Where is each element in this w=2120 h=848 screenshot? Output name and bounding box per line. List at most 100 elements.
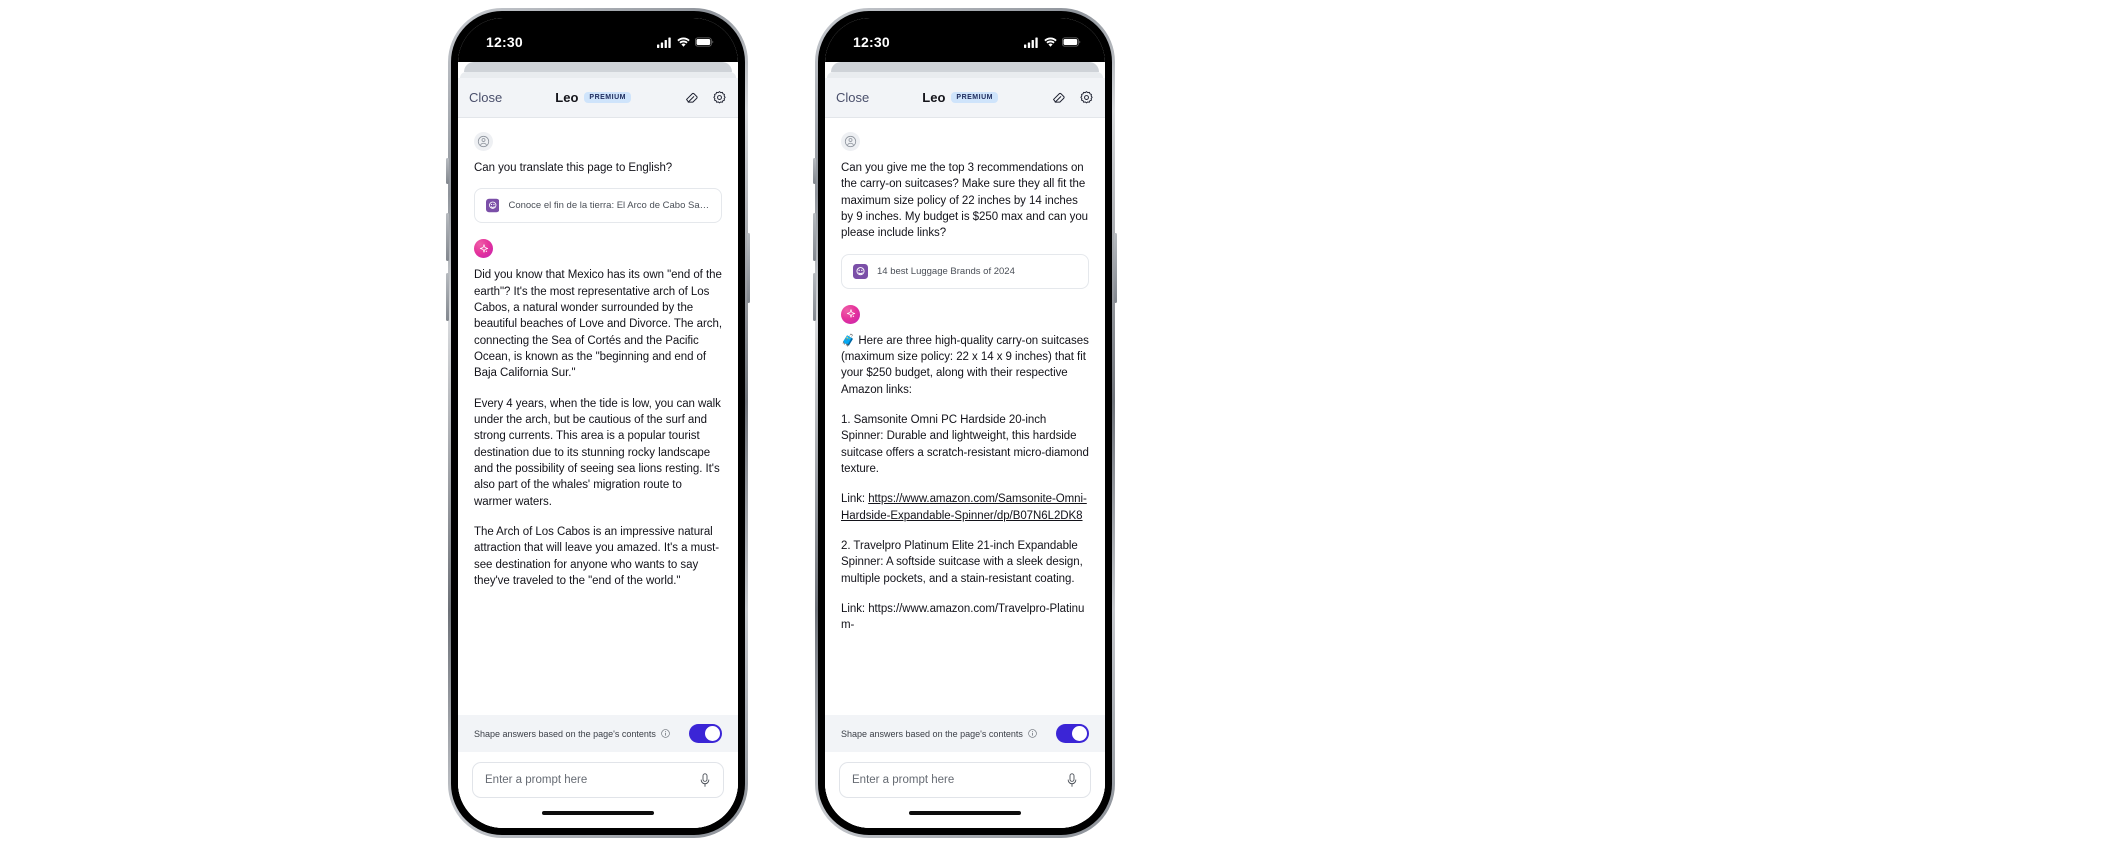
leo-sparkle-icon [474,239,493,259]
page-card-title: 14 best Luggage Brands of 2024 [877,265,1015,277]
conversation-left: Can you translate this page to English? … [458,118,738,742]
volume-up-button[interactable] [813,213,816,261]
volume-down-button[interactable] [446,273,449,321]
shape-answers-label: Shape answers based on the page's conten… [474,728,656,739]
power-button[interactable] [1114,233,1117,303]
info-icon[interactable] [661,729,670,738]
page-title: Leo [555,90,579,105]
screenshot-canvas: 12:30 Close Leo PREMIUM Can you translat… [0,0,2120,848]
header-title-group: Leo PREMIUM [869,90,1051,105]
close-button[interactable]: Close [469,90,502,105]
gear-icon[interactable] [1079,90,1094,105]
page-favicon-icon [486,199,500,213]
eraser-icon[interactable] [684,90,699,105]
shape-answers-label-group: Shape answers based on the page's conten… [474,729,670,739]
battery-icon [695,37,714,47]
status-bar: 12:30 [458,18,738,62]
sheet-handle-back [464,62,732,72]
header-actions [1051,90,1094,105]
notch [540,18,656,44]
bottom-bar-left: Shape answers based on the page's conten… [458,715,738,828]
status-bar: 12:30 [825,18,1105,62]
link-prefix-1: Link: [841,493,869,506]
page-context-card[interactable]: Conoce el fin de la tierra: El Arco de C… [474,188,722,224]
wifi-icon [1044,37,1057,47]
phone-device-left: 12:30 Close Leo PREMIUM Can you translat… [446,8,750,838]
header-title-group: Leo PREMIUM [502,90,684,105]
home-indicator-zone [458,798,738,828]
prompt-area: Enter a prompt here [458,752,738,798]
sheet-handle-back [831,62,1099,72]
page-title: Leo [922,90,946,105]
user-message: Can you translate this page to English? [474,162,673,174]
leo-response-block: Did you know that Mexico has its own "en… [474,239,722,589]
status-time: 12:30 [853,34,890,50]
page-favicon-icon [853,263,868,279]
shape-answers-label-group: Shape answers based on the page's conten… [841,729,1037,739]
toggle-knob [1072,726,1087,741]
notch [907,18,1023,44]
cellular-bars-icon [657,37,671,48]
home-indicator[interactable] [909,811,1021,815]
header-actions [684,90,727,105]
leo-app-header: Close Leo PREMIUM [825,78,1105,118]
status-time: 12:30 [486,34,523,50]
home-indicator-zone [825,798,1105,828]
leo-message: 🧳 Here are three high-quality carry-on s… [841,333,1089,634]
bottom-bar-right: Shape answers based on the page's conten… [825,715,1105,828]
leo-paragraph-2: Every 4 years, when the tide is low, you… [474,397,721,508]
volume-down-button[interactable] [813,273,816,321]
premium-badge: PREMIUM [951,92,998,103]
volume-up-button[interactable] [446,213,449,261]
page-context-card[interactable]: 14 best Luggage Brands of 2024 [841,253,1089,289]
leo-message: Did you know that Mexico has its own "en… [474,267,722,589]
prompt-input-box[interactable]: Enter a prompt here [472,762,724,798]
home-indicator[interactable] [542,811,654,815]
shape-answers-toggle[interactable] [689,724,722,743]
phone-bezel: 12:30 [451,11,745,835]
leo-link-line-1: Link: https://www.amazon.com/Samsonite-O… [841,491,1089,524]
toggle-knob [705,726,720,741]
microphone-icon[interactable] [699,772,711,788]
status-icons [1024,33,1081,48]
prompt-area: Enter a prompt here [825,752,1105,798]
shape-answers-row: Shape answers based on the page's conten… [458,715,738,752]
leo-app-header: Close Leo PREMIUM [458,78,738,118]
amazon-link-2[interactable]: https://www.amazon.com/Travelpro-Platinu… [841,603,1084,631]
status-icons [657,33,714,48]
user-avatar-icon [841,132,860,151]
leo-paragraph-3: The Arch of Los Cabos is an impressive n… [474,525,720,587]
mute-switch[interactable] [813,158,816,184]
eraser-icon[interactable] [1051,90,1066,105]
leo-item-1: 1. Samsonite Omni PC Hardside 20-inch Sp… [841,413,1089,475]
battery-icon [1062,37,1081,47]
leo-link-line-2: Link: https://www.amazon.com/Travelpro-P… [841,601,1089,634]
user-message: Can you give me the top 3 recommendation… [841,162,1089,240]
power-button[interactable] [747,233,750,303]
info-icon[interactable] [1028,729,1037,738]
leo-response-block: 🧳 Here are three high-quality carry-on s… [841,304,1089,634]
prompt-placeholder: Enter a prompt here [852,774,955,786]
leo-item-2: 2. Travelpro Platinum Elite 21-inch Expa… [841,539,1083,585]
prompt-placeholder: Enter a prompt here [485,774,588,786]
wifi-icon [677,37,690,47]
conversation-right: Can you give me the top 3 recommendation… [825,118,1105,742]
phone-screen-left: 12:30 Close Leo PREMIUM Can you translat… [458,18,738,828]
premium-badge: PREMIUM [584,92,631,103]
phone-screen-right: 12:30 Close Leo PREMIUM Can you give me … [825,18,1105,828]
leo-paragraph-1: Did you know that Mexico has its own "en… [474,269,722,380]
phone-bezel: 12:30 [818,11,1112,835]
phone-device-right: 12:30 Close Leo PREMIUM Can you give me … [813,8,1117,838]
cellular-bars-icon [1024,37,1038,48]
close-button[interactable]: Close [836,90,869,105]
microphone-icon[interactable] [1066,772,1078,788]
user-avatar-icon [474,132,493,151]
page-card-title: Conoce el fin de la tierra: El Arco de C… [508,200,710,212]
amazon-link-1[interactable]: https://www.amazon.com/Samsonite-Omni-Ha… [841,493,1087,521]
prompt-input-box[interactable]: Enter a prompt here [839,762,1091,798]
leo-sparkle-icon [841,304,860,324]
shape-answers-label: Shape answers based on the page's conten… [841,728,1023,739]
shape-answers-toggle[interactable] [1056,724,1089,743]
mute-switch[interactable] [446,158,449,184]
gear-icon[interactable] [712,90,727,105]
